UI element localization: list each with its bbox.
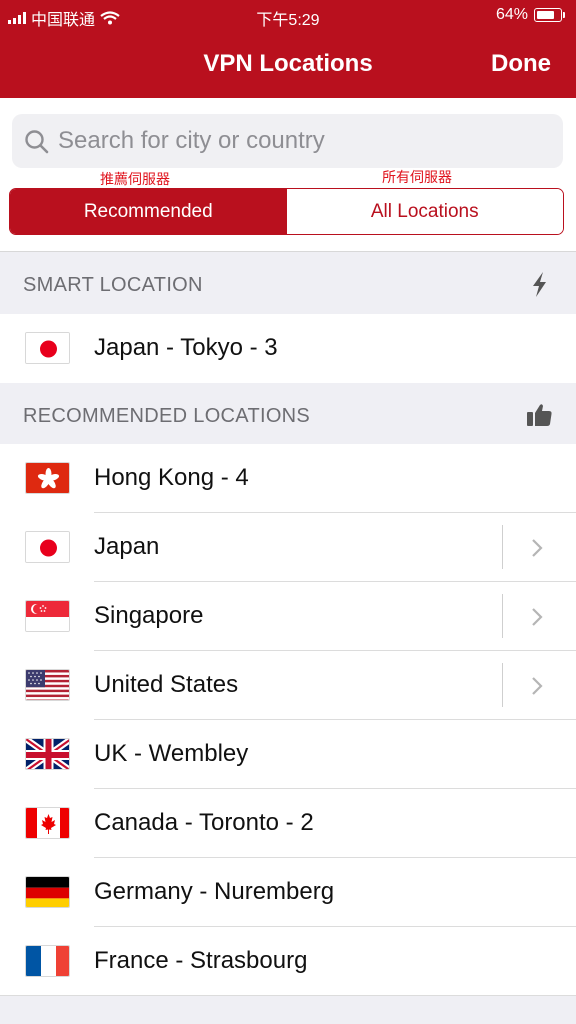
- location-name: Hong Kong - 4: [94, 464, 249, 491]
- list-item[interactable]: France - Strasbourg: [0, 927, 576, 996]
- annotation-all-servers: 所有伺服器: [382, 169, 452, 185]
- status-bar: 中国联通 下午5:29 64%: [0, 6, 576, 29]
- list-item[interactable]: Singapore: [0, 582, 576, 651]
- list-item[interactable]: Hong Kong - 4: [0, 444, 576, 513]
- page-title: VPN Locations: [203, 50, 373, 77]
- location-name: Japan - Tokyo - 3: [94, 334, 278, 361]
- search-icon: [25, 130, 49, 154]
- tab-all-locations[interactable]: All Locations: [286, 189, 563, 234]
- annotation-recommended-servers: 推薦伺服器: [100, 171, 170, 187]
- list-item[interactable]: Japan: [0, 513, 576, 582]
- location-name: Canada - Toronto - 2: [94, 809, 314, 836]
- section-title: SMART LOCATION: [23, 274, 203, 296]
- location-tabs: Recommended All Locations: [9, 188, 564, 235]
- location-name: United States: [94, 671, 239, 698]
- japan-flag-icon: [25, 531, 70, 563]
- uk-flag-icon: [25, 738, 70, 770]
- location-name: France - Strasbourg: [94, 947, 308, 974]
- status-time: 下午5:29: [256, 12, 320, 29]
- list-item[interactable]: United States: [0, 651, 576, 720]
- nav-bar: 中国联通 下午5:29 64% VPN Locations Done: [0, 0, 576, 98]
- search-bar[interactable]: [12, 114, 563, 168]
- location-name: Japan: [94, 533, 160, 560]
- battery-percent: 64%: [495, 6, 528, 23]
- chevron-right-icon[interactable]: [530, 675, 544, 697]
- list-item[interactable]: Canada - Toronto - 2: [0, 789, 576, 858]
- smart-location-header: SMART LOCATION: [0, 252, 576, 314]
- list-item[interactable]: Germany - Nuremberg: [0, 858, 576, 927]
- chevron-right-icon[interactable]: [530, 537, 544, 559]
- usa-flag-icon: [25, 669, 70, 701]
- section-title: RECOMMENDED LOCATIONS: [23, 405, 311, 427]
- recommended-locations-header: RECOMMENDED LOCATIONS: [0, 383, 576, 445]
- france-flag-icon: [25, 945, 70, 977]
- hong-kong-flag-icon: [25, 462, 70, 494]
- tab-recommended[interactable]: Recommended: [10, 189, 287, 234]
- battery-icon: [534, 8, 565, 22]
- chevron-right-icon[interactable]: [530, 606, 544, 628]
- location-name: UK - Wembley: [94, 740, 249, 767]
- canada-flag-icon: [25, 807, 70, 839]
- done-button[interactable]: Done: [491, 50, 551, 78]
- search-area: 推薦伺服器 所有伺服器 Recommended All Locations: [0, 98, 576, 252]
- thumbs-up-icon: [527, 404, 552, 426]
- germany-flag-icon: [25, 876, 70, 908]
- singapore-flag-icon: [25, 600, 70, 632]
- location-name: Germany - Nuremberg: [94, 878, 335, 905]
- battery-indicator: 64%: [495, 6, 565, 24]
- search-input[interactable]: [58, 114, 538, 168]
- location-name: Singapore: [94, 602, 204, 629]
- lightning-icon: [533, 272, 546, 297]
- list-item[interactable]: Japan - Tokyo - 3: [0, 314, 576, 383]
- japan-flag-icon: [25, 332, 70, 364]
- list-item[interactable]: UK - Wembley: [0, 720, 576, 789]
